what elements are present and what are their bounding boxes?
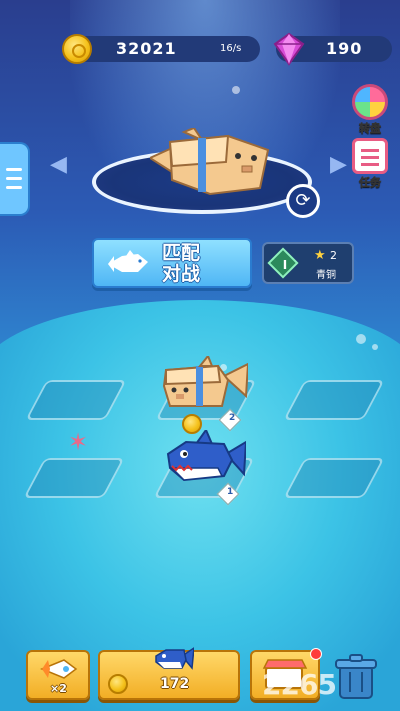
bubble (372, 344, 378, 350)
refresh-icon: ⟳ (295, 190, 311, 211)
wheel-button[interactable]: 转盘 (348, 84, 392, 136)
bubble (356, 334, 366, 344)
rank-name: 青铜 (316, 270, 336, 281)
task-label: 任务 (359, 176, 382, 190)
refresh-button[interactable]: ⟳ (286, 184, 320, 218)
shark-icon (166, 427, 248, 482)
buy-fish-button[interactable]: 172 (98, 647, 240, 700)
trash-icon[interactable] (334, 654, 378, 700)
menu-tab-button[interactable] (0, 142, 30, 216)
rocket-count: ×2 (50, 682, 67, 695)
board-fish-pig[interactable] (162, 354, 250, 410)
rocket-button[interactable]: ×2 (26, 650, 90, 700)
task-button[interactable]: 任务 (348, 138, 392, 190)
wheel-label: 转盘 (359, 122, 382, 136)
wheel-icon (352, 84, 388, 120)
coin-rate: 16/s (220, 43, 242, 54)
coin-counter: 32021 16/s (62, 34, 260, 64)
match-battle-button[interactable]: 匹配 对战 (92, 238, 252, 288)
next-arrow-icon[interactable]: ▶ (330, 152, 347, 177)
rank-stars: 2 (330, 249, 337, 262)
rocket-icon (40, 659, 78, 679)
coin-icon (108, 674, 128, 694)
rank-tier: I (282, 258, 288, 272)
gem-amount: 190 (326, 39, 363, 58)
star-icon: ★ (314, 248, 326, 263)
notification-dot (310, 648, 322, 660)
task-icon (352, 138, 388, 174)
previous-arrow-icon[interactable]: ◀ (50, 152, 67, 177)
watermark: 2265 (262, 668, 337, 701)
board-fish-shark[interactable] (166, 427, 248, 486)
gem-icon (273, 32, 305, 66)
featured-fish[interactable] (147, 126, 270, 198)
shark-icon (108, 250, 148, 272)
rank-badge[interactable]: I ★ 2 青铜 (262, 242, 354, 284)
shark-icon (155, 647, 194, 670)
coin-amount: 32021 (116, 39, 177, 58)
pig-fish-icon (147, 126, 270, 196)
bubble (232, 86, 240, 94)
buy-price: 172 (160, 676, 190, 692)
gem-counter[interactable]: 190 (273, 32, 392, 66)
match-label: 匹配 对战 (162, 242, 201, 285)
pig-fish-icon (162, 354, 250, 407)
starfish-icon: ✶ (68, 428, 89, 456)
coin-icon (62, 34, 92, 64)
game-screen: 32021 16/s 190 转盘 任务 ◀ ▶ ⟳ 匹配 对战 I ★ 2 青… (0, 0, 400, 711)
